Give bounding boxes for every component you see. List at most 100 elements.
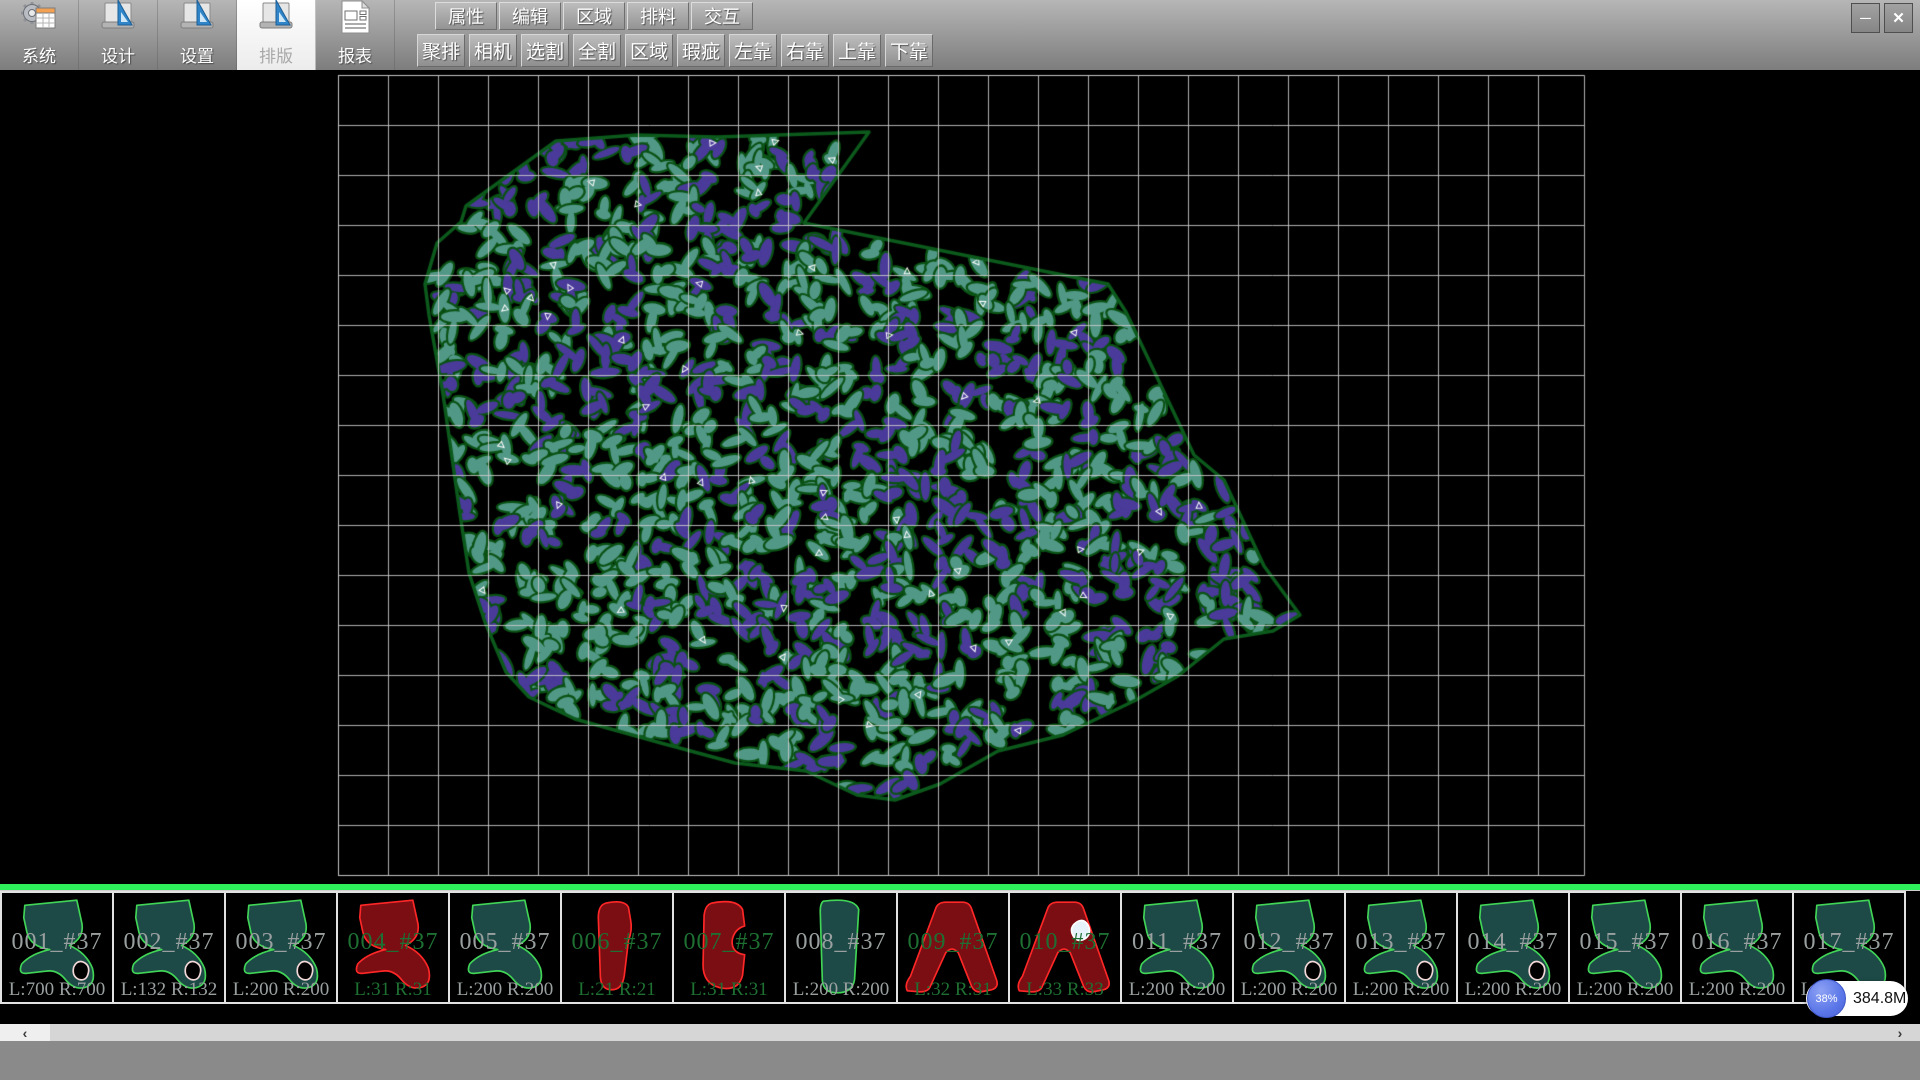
tool-cut-all[interactable]: 全割 [573,34,621,67]
tool-snap-right[interactable]: 右靠 [781,34,829,67]
memory-usage-badge[interactable]: 38% 384.8M [1806,981,1908,1016]
piece-thumbnail-strip: 001_#37L:700 R:700002_#37L:132 R:132003_… [0,890,1920,1007]
thumbnail-cell[interactable]: 016_#37 L:200 R:200 [1682,891,1794,1004]
piece-count-label: L:200 R:200 [1122,979,1232,1001]
tool-camera[interactable]: 相机 [469,34,517,67]
memory-size-label: 384.8M [1853,981,1906,1016]
tab-settings-label: 设置 [180,42,214,67]
piece-count-label: L:33 R:33 [1010,979,1120,1001]
piece-id-label: 002_#37 [114,929,224,956]
minimize-button[interactable]: ─ [1851,3,1880,33]
scroll-right-button[interactable]: › [1880,1024,1920,1041]
settings-icon [177,0,217,42]
piece-id-label: 010_#37 [1010,929,1120,956]
design-icon [98,0,138,42]
piece-id-label: 014_#37 [1458,929,1568,956]
piece-id-label: 012_#37 [1234,929,1344,956]
piece-id-label: 008_#37 [786,929,896,956]
piece-id-label: 003_#37 [226,929,336,956]
thumbnail-cell[interactable]: 003_#37 L:200 R:200 [226,891,338,1004]
nesting-viewport[interactable] [0,70,1920,884]
piece-count-label: L:200 R:200 [1234,979,1344,1001]
piece-count-label: L:31 R:31 [338,979,448,1001]
piece-count-label: L:200 R:200 [450,979,560,1001]
menu-edit[interactable]: 编辑 [499,2,561,30]
piece-count-label: L:200 R:200 [226,979,336,1001]
piece-panel: 001_#37L:700 R:700002_#37L:132 R:132003_… [0,884,1920,1008]
thumbnail-cell[interactable]: 002_#37 L:132 R:132 [114,891,226,1004]
piece-count-label: L:200 R:200 [1682,979,1792,1001]
thumbnail-cell[interactable]: 006_#37 L:21 R:21 [562,891,674,1004]
minimize-icon: ─ [1860,10,1871,27]
tool-snap-top[interactable]: 上靠 [833,34,881,67]
thumbnail-cell[interactable]: 010_#37 L:33 R:33 [1010,891,1122,1004]
piece-count-label: L:21 R:21 [562,979,672,1001]
piece-id-label: 017_#37 [1794,929,1904,956]
thumbnail-cell[interactable]: 007_#37 L:31 R:31 [674,891,786,1004]
thumbnail-cell[interactable]: 001_#37 L:700 R:700 [0,891,114,1004]
tool-select-cut[interactable]: 选割 [521,34,569,67]
piece-count-label: L:32 R:31 [898,979,1008,1001]
piece-id-label: 009_#37 [898,929,1008,956]
tab-report[interactable]: 报表 [316,0,395,70]
tab-system[interactable]: 系统 [0,0,79,70]
scroll-left-icon: ‹ [23,1025,28,1041]
layout-icon [256,0,296,42]
piece-id-label: 011_#37 [1122,929,1232,956]
tab-design-label: 设计 [101,42,135,67]
tab-system-label: 系统 [22,42,56,67]
main-tab-bar: 系统 设计 [0,0,395,70]
menu-interact[interactable]: 交互 [691,2,753,30]
menu-nesting[interactable]: 排料 [627,2,689,30]
thumbnail-cell[interactable]: 011_#37 L:200 R:200 [1122,891,1234,1004]
piece-id-label: 016_#37 [1682,929,1792,956]
tool-snap-bottom[interactable]: 下靠 [885,34,933,67]
piece-id-label: 007_#37 [674,929,784,956]
piece-count-label: L:700 R:700 [2,979,112,1001]
piece-id-label: 005_#37 [450,929,560,956]
thumbnail-cell[interactable]: 008_#37 L:200 R:200 [786,891,898,1004]
piece-id-label: 013_#37 [1346,929,1456,956]
thumbnail-cell[interactable]: 015_#37 L:200 R:200 [1570,891,1682,1004]
tab-design[interactable]: 设计 [79,0,158,70]
close-button[interactable]: ✕ [1884,3,1913,33]
window-controls: ─ ✕ [1851,3,1913,33]
report-icon [335,0,375,42]
piece-count-label: L:200 R:200 [786,979,896,1001]
tab-report-label: 报表 [338,42,372,67]
memory-percent-indicator: 38% [1807,979,1846,1018]
scroll-left-button[interactable]: ‹ [0,1024,50,1041]
piece-count-label: L:200 R:200 [1570,979,1680,1001]
tool-region[interactable]: 区域 [625,34,673,67]
tool-cluster-nest[interactable]: 聚排 [417,34,465,67]
piece-id-label: 004_#37 [338,929,448,956]
tool-bar: 聚排 相机 选割 全割 区域 瑕疵 左靠 右靠 上靠 下靠 [417,34,933,67]
thumbnail-cell[interactable]: 012_#37 L:200 R:200 [1234,891,1346,1004]
tool-snap-left[interactable]: 左靠 [729,34,777,67]
scroll-right-icon: › [1898,1025,1903,1041]
close-icon: ✕ [1892,9,1905,27]
piece-id-label: 001_#37 [2,929,112,956]
piece-count-label: L:132 R:132 [114,979,224,1001]
piece-id-label: 006_#37 [562,929,672,956]
tab-layout-label: 排版 [259,42,293,67]
thumbnail-cell[interactable]: 013_#37 L:200 R:200 [1346,891,1458,1004]
menu-tab-bar: 属性 编辑 区域 排料 交互 [435,2,753,30]
thumbnail-cell[interactable]: 004_#37 L:31 R:31 [338,891,450,1004]
status-bar [0,1041,1920,1080]
piece-count-label: L:200 R:200 [1346,979,1456,1001]
piece-count-label: L:31 R:31 [674,979,784,1001]
tab-layout[interactable]: 排版 [237,0,316,70]
tool-defect[interactable]: 瑕疵 [677,34,725,67]
piece-id-label: 015_#37 [1570,929,1680,956]
thumbnail-cell[interactable]: 014_#37L:200 R:200 [1458,891,1570,1004]
horizontal-scrollbar[interactable]: ‹ › [0,1024,1920,1041]
thumbnail-cell[interactable]: 005_#37 L:200 R:200 [450,891,562,1004]
thumbnail-cell[interactable]: 009_#37 L:32 R:31 [898,891,1010,1004]
menu-properties[interactable]: 属性 [435,2,497,30]
toolbar: 系统 设计 [0,0,1920,71]
menu-region[interactable]: 区域 [563,2,625,30]
tab-settings[interactable]: 设置 [158,0,237,70]
application-window: 系统 设计 [0,0,1920,1080]
system-icon [19,0,59,42]
